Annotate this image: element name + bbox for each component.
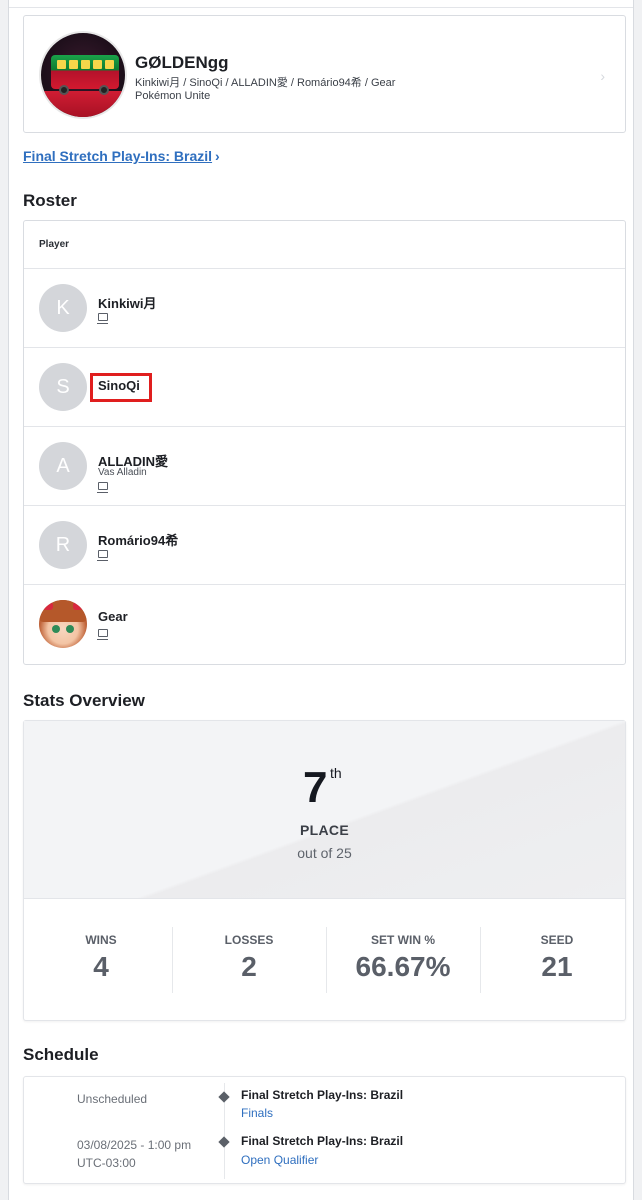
schedule-event: Final Stretch Play-Ins: Brazil [241, 1088, 404, 1102]
team-roster-line: Kinkiwi月 / SinoQi / ALLADIN愛 / Romário94… [135, 77, 396, 89]
stat-set-win: SET WIN % 66.67% [326, 899, 480, 1022]
stat-value: 4 [93, 951, 109, 982]
player-row[interactable]: A ALLADIN愛 Vas Alladin [24, 427, 625, 506]
logo-wheel [59, 85, 69, 95]
event-link[interactable]: Final Stretch Play-Ins: Brazil [23, 148, 212, 164]
place-label: PLACE [300, 822, 349, 838]
team-game: Pokémon Unite [135, 90, 211, 102]
laptop-icon [97, 313, 108, 324]
team-name: GØLDENgg [135, 53, 229, 72]
logo-road [41, 91, 125, 117]
stat-label: SET WIN % [370, 933, 435, 947]
avatar-bow [43, 602, 53, 610]
team-card[interactable]: GØLDENgg Kinkiwi月 / SinoQi / ALLADIN愛 / … [23, 15, 626, 133]
logo-window [105, 60, 114, 69]
stat-value: 66.67% [355, 951, 451, 982]
stat-label: WINS [85, 933, 117, 947]
stats-title: Stats Overview [23, 691, 145, 710]
schedule-round-link[interactable]: Open Qualifier [241, 1153, 318, 1167]
avatar-eye [52, 625, 60, 633]
logo-wheel [99, 85, 109, 95]
place-panel: 7 th PLACE out of 25 [24, 721, 625, 899]
stat-losses: LOSSES 2 [172, 899, 326, 1022]
schedule-event: Final Stretch Play-Ins: Brazil [241, 1134, 404, 1148]
schedule-title: Schedule [23, 1045, 99, 1064]
logo-window [69, 60, 78, 69]
column-header-player: Player [39, 239, 70, 250]
top-nav-strip [9, 0, 633, 8]
avatar [39, 600, 87, 648]
schedule-time: 03/08/2025 - 1:00 pm [77, 1138, 192, 1152]
stat-value: 2 [241, 951, 257, 982]
logo-window [81, 60, 90, 69]
page: GØLDENgg Kinkiwi月 / SinoQi / ALLADIN愛 / … [8, 0, 634, 1200]
schedule-round-link[interactable]: Finals [241, 1106, 273, 1120]
logo-window [57, 60, 66, 69]
avatar-eye [66, 625, 74, 633]
chevron-right-icon[interactable]: › [215, 148, 220, 164]
player-row[interactable]: K Kinkiwi月 [24, 269, 625, 348]
stat-seed: SEED 21 [480, 899, 634, 1022]
avatar: K [39, 284, 87, 332]
team-logo [39, 31, 127, 119]
schedule-time: Unscheduled [77, 1092, 148, 1106]
avatar: R [39, 521, 87, 569]
stat-value: 21 [541, 951, 573, 982]
place-out-of: out of 25 [297, 845, 352, 861]
chevron-right-icon: › [600, 68, 605, 84]
roster-table: Player K Kinkiwi月 S SinoQi A ALLADIN愛 Va… [23, 220, 626, 665]
player-name[interactable]: Romário94希 [98, 530, 178, 549]
stats-card: 7 th PLACE out of 25 WINS 4 LOSSES 2 SET… [23, 720, 626, 1021]
avatar: S [39, 363, 87, 411]
player-row[interactable]: Gear [24, 585, 625, 664]
stat-label: LOSSES [224, 933, 274, 947]
laptop-icon [97, 629, 108, 640]
logo-window [93, 60, 102, 69]
laptop-icon [97, 482, 108, 493]
place-value: 7 [303, 763, 328, 812]
diamond-icon [218, 1136, 230, 1148]
stat-wins: WINS 4 [24, 899, 178, 1022]
player-real-name: Vas Alladin [98, 467, 147, 478]
avatar: A [39, 442, 87, 490]
schedule-card: Unscheduled Final Stretch Play-Ins: Braz… [23, 1076, 626, 1184]
place-suffix: th [330, 765, 342, 781]
avatar-bow [73, 602, 83, 610]
laptop-icon [97, 550, 108, 561]
stat-label: SEED [540, 933, 574, 947]
roster-title: Roster [23, 191, 77, 210]
player-row[interactable]: R Romário94希 [24, 506, 625, 585]
player-name[interactable]: Gear [98, 609, 128, 624]
player-name[interactable]: Kinkiwi月 [98, 293, 157, 312]
player-row[interactable]: S SinoQi [24, 348, 625, 427]
schedule-timezone: UTC-03:00 [77, 1156, 136, 1170]
highlight-box [90, 373, 152, 402]
diamond-icon [218, 1091, 230, 1103]
roster-header: Player [24, 221, 625, 269]
